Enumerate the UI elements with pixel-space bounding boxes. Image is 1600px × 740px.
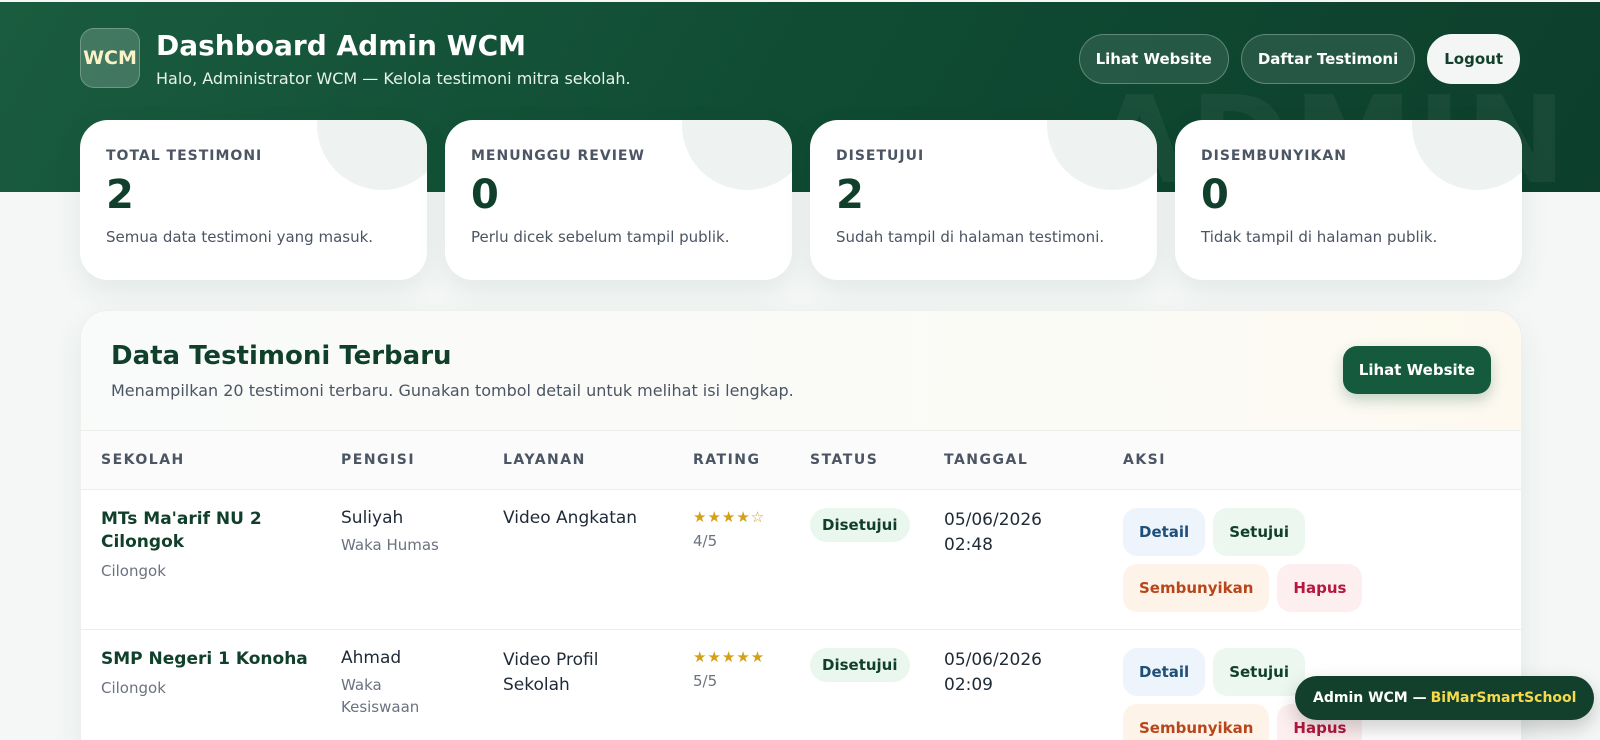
stat-card-pending: MENUNGGU REVIEW 0 Perlu dicek sebelum ta… <box>445 120 792 280</box>
submission-date: 05/06/2026 <box>944 509 1042 530</box>
stat-card-total: TOTAL TESTIMONI 2 Semua data testimoni y… <box>80 120 427 280</box>
submitter-role: Waka Humas <box>341 535 439 554</box>
column-header-rating: RATING <box>693 451 761 468</box>
detail-button[interactable]: Detail <box>1123 647 1206 696</box>
rating-value: 5/5 <box>693 671 718 690</box>
status-badge: Disetujui <box>810 647 910 682</box>
stat-label: TOTAL TESTIMONI <box>106 148 263 164</box>
service-name: Video Angkatan <box>503 507 638 528</box>
stat-card-hidden: DISEMBUNYIKAN 0 Tidak tampil di halaman … <box>1175 120 1522 280</box>
page-subtitle: Halo, Administrator WCM — Kelola testimo… <box>156 68 631 88</box>
toast-prefix: Admin WCM — <box>1313 690 1427 706</box>
submitter-name: Ahmad <box>341 647 402 668</box>
panel-description: Menampilkan 20 testimoni terbaru. Gunaka… <box>111 381 794 400</box>
star-rating-icon: ★★★★★ <box>693 647 766 666</box>
stats-row: TOTAL TESTIMONI 2 Semua data testimoni y… <box>80 120 1522 280</box>
column-header-actions: AKSI <box>1123 451 1166 468</box>
stat-label: MENUNGGU REVIEW <box>471 148 645 164</box>
stat-desc: Sudah tampil di halaman testimoni. <box>836 228 1105 246</box>
submission-date: 05/06/2026 <box>944 649 1042 670</box>
submitter-name: Suliyah <box>341 507 404 528</box>
stat-value: 0 <box>471 172 499 218</box>
stat-desc: Semua data testimoni yang masuk. <box>106 228 374 246</box>
panel-view-website-button[interactable]: Lihat Website <box>1342 346 1491 394</box>
stat-desc: Perlu dicek sebelum tampil publik. <box>471 228 730 246</box>
toast-brand: BiMarSmartSchool <box>1430 690 1577 706</box>
panel-title: Data Testimoni Terbaru <box>111 341 452 371</box>
submission-time: 02:48 <box>944 534 993 555</box>
star-rating-icon: ★★★★☆ <box>693 507 766 526</box>
submitter-role: Waka Kesiswaan <box>341 675 420 716</box>
school-location: Cilongok <box>101 678 166 697</box>
stat-value: 2 <box>106 172 134 218</box>
admin-toast: Admin WCM — BiMarSmartSchool <box>1295 676 1595 720</box>
brand: WCM Dashboard Admin WCM Halo, Administra… <box>80 28 631 88</box>
page-title: Dashboard Admin WCM <box>156 28 526 62</box>
hide-button[interactable]: Sembunyikan <box>1123 563 1270 612</box>
testimonial-list-button[interactable]: Daftar Testimoni <box>1240 34 1416 84</box>
submission-time: 02:09 <box>944 674 993 695</box>
panel-header: Data Testimoni Terbaru Menampilkan 20 te… <box>81 311 1521 431</box>
table-row: MTs Ma'arif NU 2 Cilongok Cilongok Suliy… <box>81 489 1521 629</box>
stat-label: DISETUJUI <box>836 148 925 164</box>
service-name: Video Profil Sekolah <box>503 649 599 695</box>
column-header-submitter: PENGISI <box>341 451 416 468</box>
school-location: Cilongok <box>101 561 166 580</box>
school-name: SMP Negeri 1 Konoha <box>101 648 308 669</box>
hide-button[interactable]: Sembunyikan <box>1123 703 1270 740</box>
approve-button[interactable]: Setujui <box>1213 647 1305 696</box>
detail-button[interactable]: Detail <box>1123 507 1206 556</box>
column-header-school: SEKOLAH <box>101 451 185 468</box>
rating-value: 4/5 <box>693 531 718 550</box>
approve-button[interactable]: Setujui <box>1213 507 1305 556</box>
stat-desc: Tidak tampil di halaman publik. <box>1201 228 1438 246</box>
status-badge: Disetujui <box>810 507 910 542</box>
column-header-service: LAYANAN <box>503 451 586 468</box>
top-nav: Lihat Website Daftar Testimoni Logout <box>1078 34 1520 84</box>
stat-label: DISEMBUNYIKAN <box>1201 148 1347 164</box>
logo: WCM <box>80 28 140 88</box>
testimonial-panel: Data Testimoni Terbaru Menampilkan 20 te… <box>80 310 1522 740</box>
column-header-date: TANGGAL <box>944 451 1029 468</box>
column-header-status: STATUS <box>810 451 879 468</box>
school-name: MTs Ma'arif NU 2 Cilongok <box>101 508 262 552</box>
stat-value: 2 <box>836 172 864 218</box>
delete-button[interactable]: Hapus <box>1277 563 1363 612</box>
table-header-row: SEKOLAH PENGISI LAYANAN RATING STATUS TA… <box>81 431 1521 489</box>
logout-button[interactable]: Logout <box>1427 34 1520 84</box>
stat-value: 0 <box>1201 172 1229 218</box>
row-actions: Detail Setujui Sembunyikan Hapus <box>1123 507 1453 612</box>
view-website-button[interactable]: Lihat Website <box>1078 34 1229 84</box>
stat-card-approved: DISETUJUI 2 Sudah tampil di halaman test… <box>810 120 1157 280</box>
